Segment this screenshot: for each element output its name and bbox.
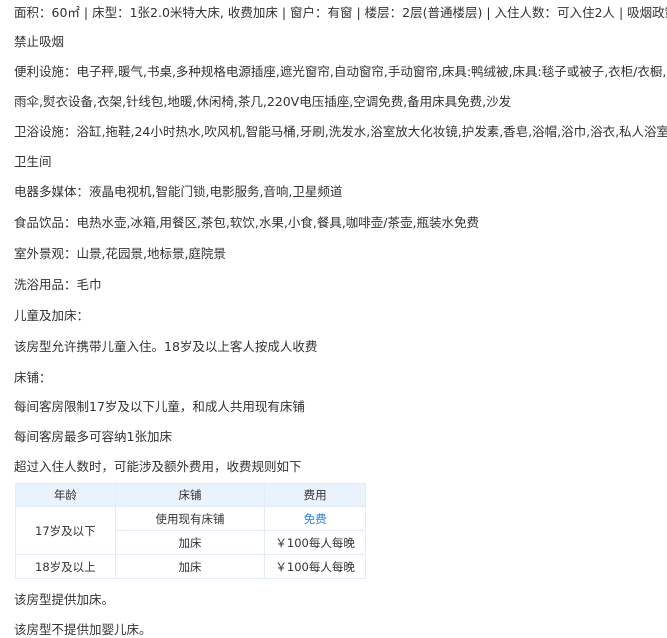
bed-rule-2: 每间客房最多可容纳1张加床 [14, 429, 172, 444]
table-header-age: 年龄 [15, 483, 116, 507]
bed-cell: 使用现有床铺 [114, 506, 266, 531]
table-header-row: 年龄 床铺 费用 [15, 483, 366, 507]
outdoor-view: 室外景观：山景,花园景,地标景,庭院景 [14, 246, 226, 261]
bath-facilities-line1: 卫浴设施：浴缸,拖鞋,24小时热水,吹风机,智能马桶,牙刷,洗发水,浴室放大化妆… [14, 124, 667, 139]
extra-bed-note: 该房型提供加床。 [14, 592, 115, 607]
crib-note: 该房型不提供加婴儿床。 [14, 622, 152, 637]
bed-cell: 加床 [114, 530, 266, 555]
fee-cell: ￥100每人每晚 [264, 530, 366, 555]
fee-cell: ￥100每人每晚 [264, 554, 366, 579]
media-facilities: 电器多媒体：液晶电视机,智能门锁,电影服务,音响,卫星频道 [14, 184, 343, 199]
toiletries: 洗浴用品：毛巾 [14, 277, 102, 292]
table-row: 17岁及以下 使用现有床铺 免费 [15, 506, 366, 555]
age-cell: 18岁及以上 [15, 554, 116, 579]
children-heading: 儿童及加床： [14, 308, 90, 323]
bath-facilities-line2: 卫生间 [14, 154, 52, 169]
bed-cell: 加床 [114, 554, 266, 579]
fee-cell-free: 免费 [264, 506, 366, 531]
table-header-fee: 费用 [264, 483, 366, 507]
food-drinks: 食品饮品：电热水壶,冰箱,用餐区,茶包,软饮,水果,小食,餐具,咖啡壶/茶壶,瓶… [14, 215, 479, 230]
bed-heading: 床铺： [14, 370, 52, 385]
table-header-bed: 床铺 [114, 483, 266, 507]
convenience-facilities-line1: 便利设施：电子秤,暖气,书桌,多种规格电源插座,遮光窗帘,自动窗帘,手动窗帘,床… [14, 64, 667, 79]
room-summary-line2: 禁止吸烟 [14, 34, 65, 49]
convenience-facilities-line2: 雨伞,熨衣设备,衣架,针线包,地暖,休闲椅,茶几,220V电压插座,空调免费,备… [14, 94, 512, 109]
age-cell: 17岁及以下 [15, 506, 116, 555]
room-details: 面积：60㎡ | 床型：1张2.0米特大床, 收费加床 | 窗户：有窗 | 楼层… [0, 0, 667, 638]
extra-fee-table: 年龄 床铺 费用 17岁及以下 使用现有床铺 免费 加床 ￥100每人每晚 18… [15, 483, 366, 579]
over-capacity-note: 超过入住人数时，可能涉及额外费用，收费规则如下 [14, 459, 302, 474]
room-summary-line1: 面积：60㎡ | 床型：1张2.0米特大床, 收费加床 | 窗户：有窗 | 楼层… [14, 5, 667, 20]
children-policy: 该房型允许携带儿童入住。18岁及以上客人按成人收费 [14, 339, 318, 354]
bed-rule-1: 每间客房限制17岁及以下儿童，和成人共用现有床铺 [14, 399, 305, 414]
table-row: 18岁及以上 加床 ￥100每人每晚 [15, 554, 366, 579]
